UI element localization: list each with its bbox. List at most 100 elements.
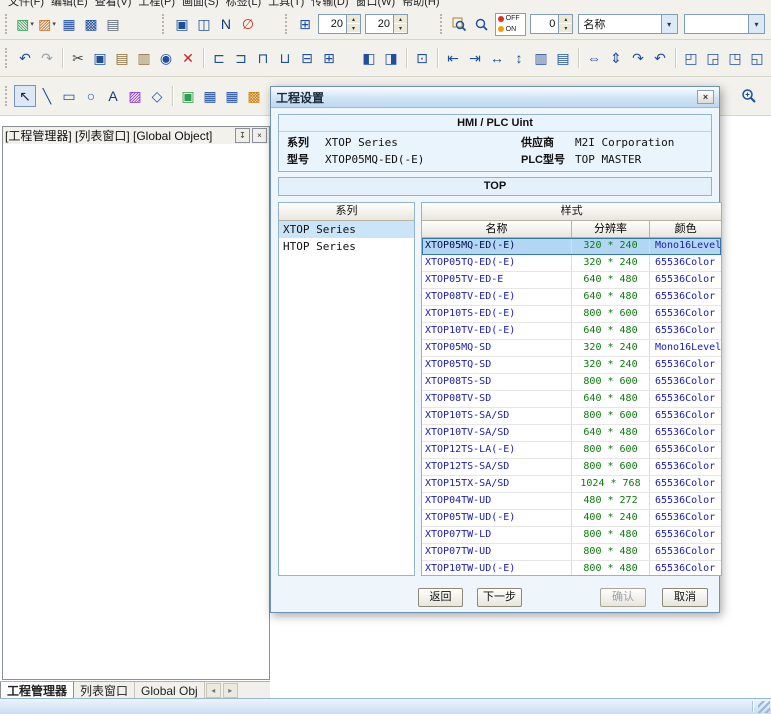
print-icon[interactable]: ▤ — [102, 13, 124, 35]
toolbar-grip[interactable] — [5, 48, 10, 68]
style-row[interactable]: XTOP08TS-SD800 * 60065536Color — [422, 374, 721, 391]
polygon-tool-icon[interactable]: ◇ — [146, 85, 168, 107]
open-project-icon[interactable]: ▨▾ — [36, 13, 58, 35]
cancel-button[interactable]: 取消 — [662, 588, 708, 607]
toolbar-grip[interactable] — [5, 14, 10, 34]
cut-icon[interactable]: ✂ — [67, 47, 89, 69]
grid-object-icon[interactable]: ▦ — [199, 85, 221, 107]
menu-item[interactable]: 编辑(E) — [51, 0, 88, 9]
ok-button[interactable]: 确认 — [600, 588, 646, 607]
spinner-down-icon[interactable]: ▾ — [394, 24, 407, 33]
bottom-tab[interactable]: 工程管理器 — [0, 682, 74, 699]
redo-icon[interactable]: ↷ — [36, 47, 58, 69]
rotate-left-icon[interactable]: ↶ — [649, 47, 671, 69]
secondary-combobox[interactable]: ▾ — [684, 14, 765, 34]
project-tree-area[interactable] — [3, 144, 269, 679]
align-objects-middle-icon[interactable]: ↕ — [508, 47, 530, 69]
state-level-stepper[interactable]: 0 ▴▾ — [530, 14, 573, 34]
save-all-icon[interactable]: ▩ — [80, 13, 102, 35]
spinner-up-icon[interactable]: ▴ — [394, 15, 407, 24]
style-row[interactable]: XTOP10TS-SA/SD800 * 60065536Color — [422, 408, 721, 425]
align-left-icon[interactable]: ⊏ — [208, 47, 230, 69]
same-width-icon[interactable]: ⊟ — [296, 47, 318, 69]
back-button[interactable]: 返回 — [418, 588, 463, 607]
menu-item[interactable]: 查看(V) — [95, 0, 132, 9]
menu-item[interactable]: 标签(L) — [226, 0, 261, 9]
dialog-title-bar[interactable]: 工程设置 × — [271, 87, 719, 108]
menu-item[interactable]: 画面(S) — [182, 0, 219, 9]
style-row[interactable]: XTOP05MQ-SD320 * 240Mono16Level — [422, 340, 721, 357]
screen-grid-icon[interactable]: ⊡ — [411, 47, 433, 69]
align-right-icon[interactable]: ⊐ — [230, 47, 252, 69]
text-tool-icon[interactable]: A — [102, 85, 124, 107]
flip-horizontal-icon[interactable]: ⇔ — [583, 47, 605, 69]
image-tool-icon[interactable]: ▣ — [177, 85, 199, 107]
series-item[interactable]: HTOP Series — [279, 238, 414, 255]
bring-front-icon[interactable]: ◰ — [680, 47, 702, 69]
column-header[interactable]: 颜色 — [650, 221, 721, 238]
align-objects-center-icon[interactable]: ↔ — [486, 47, 508, 69]
style-row[interactable]: XTOP12TS-LA(-E)800 * 60065536Color — [422, 442, 721, 459]
series-item[interactable]: XTOP Series — [279, 221, 414, 238]
letter-n-icon[interactable]: N — [215, 13, 237, 35]
paste-special-icon[interactable]: ▥ — [133, 47, 155, 69]
grid-height-stepper[interactable]: 20 ▴▾ — [365, 14, 408, 34]
tab-scroll-right-icon[interactable]: ▸ — [223, 683, 238, 698]
style-row[interactable]: XTOP07TW-LD800 * 48065536Color — [422, 527, 721, 544]
menu-item[interactable]: 帮助(H) — [402, 0, 439, 9]
distribute-vertical-icon[interactable]: ▤ — [552, 47, 574, 69]
undo-icon[interactable]: ↶ — [14, 47, 36, 69]
table-object-icon[interactable]: ▦ — [221, 85, 243, 107]
zoom-in-icon[interactable] — [738, 85, 760, 107]
new-project-icon[interactable]: ▧▾ — [14, 13, 36, 35]
style-row[interactable]: XTOP10TV-ED(-E)640 * 48065536Color — [422, 323, 721, 340]
style-row[interactable]: XTOP05TQ-SD320 * 24065536Color — [422, 357, 721, 374]
chevron-down-icon[interactable]: ▾ — [661, 15, 677, 33]
toolbar-grip[interactable] — [5, 86, 10, 106]
open-screen-icon[interactable]: ◫ — [193, 13, 215, 35]
style-row[interactable]: XTOP05TW-UD(-E)400 * 24065536Color — [422, 510, 721, 527]
distribute-horizontal-icon[interactable]: ▥ — [530, 47, 552, 69]
style-row[interactable]: XTOP05TQ-ED(-E)320 * 24065536Color — [422, 255, 721, 272]
disable-icon[interactable]: ∅ — [237, 13, 259, 35]
grid-width-stepper[interactable]: 20 ▴▾ — [318, 14, 361, 34]
align-objects-left-icon[interactable]: ⇤ — [442, 47, 464, 69]
style-row[interactable]: XTOP05MQ-ED(-E)320 * 240Mono16Level — [422, 238, 721, 255]
style-row[interactable]: XTOP15TX-SA/SD1024 * 76865536Color — [422, 476, 721, 493]
dialog-close-button[interactable]: × — [697, 90, 714, 104]
chevron-down-icon[interactable]: ▾ — [748, 15, 764, 33]
bottom-tab[interactable]: Global Obj — [135, 682, 205, 699]
pin-icon[interactable]: ↧ — [235, 128, 250, 143]
style-row[interactable]: XTOP04TW-UD480 * 27265536Color — [422, 493, 721, 510]
ellipse-tool-icon[interactable]: ○ — [80, 85, 102, 107]
find-icon[interactable]: ◉ — [155, 47, 177, 69]
save-icon[interactable]: ▦ — [58, 13, 80, 35]
menu-item[interactable]: 传输(D) — [311, 0, 348, 9]
paste-icon[interactable]: ▤ — [111, 47, 133, 69]
fill-tool-icon[interactable]: ▨ — [124, 85, 146, 107]
grid-settings-icon[interactable]: ⊞ — [294, 13, 316, 35]
off-on-state-toggle[interactable]: OFF ON — [495, 13, 527, 36]
new-screen-icon[interactable]: ▣ — [171, 13, 193, 35]
rect-tool-icon[interactable]: ▭ — [58, 85, 80, 107]
same-size-icon[interactable]: ⊞ — [318, 47, 340, 69]
prev-screen-icon[interactable]: ◧ — [358, 47, 380, 69]
spinner-down-icon[interactable]: ▾ — [347, 24, 360, 33]
column-header[interactable]: 分辨率 — [572, 221, 650, 238]
style-row[interactable]: XTOP08TV-ED(-E)640 * 48065536Color — [422, 289, 721, 306]
column-header[interactable]: 名称 — [422, 221, 572, 238]
name-combobox[interactable]: 名称 ▾ — [578, 14, 677, 34]
align-bottom-icon[interactable]: ⊔ — [274, 47, 296, 69]
rotate-right-icon[interactable]: ↷ — [627, 47, 649, 69]
align-objects-right-icon[interactable]: ⇥ — [464, 47, 486, 69]
zoom-area-icon[interactable] — [449, 13, 471, 35]
style-row[interactable]: XTOP10TW-UD(-E)800 * 48065536Color — [422, 561, 721, 575]
tab-scroll-left-icon[interactable]: ◂ — [206, 683, 221, 698]
style-row[interactable]: XTOP12TS-SA/SD800 * 60065536Color — [422, 459, 721, 476]
flip-vertical-icon[interactable]: ⇕ — [605, 47, 627, 69]
send-back-icon[interactable]: ◲ — [702, 47, 724, 69]
spinner-up-icon[interactable]: ▴ — [559, 15, 572, 24]
next-screen-icon[interactable]: ◨ — [380, 47, 402, 69]
bring-forward-icon[interactable]: ◳ — [724, 47, 746, 69]
toolbar-grip[interactable] — [440, 14, 445, 34]
